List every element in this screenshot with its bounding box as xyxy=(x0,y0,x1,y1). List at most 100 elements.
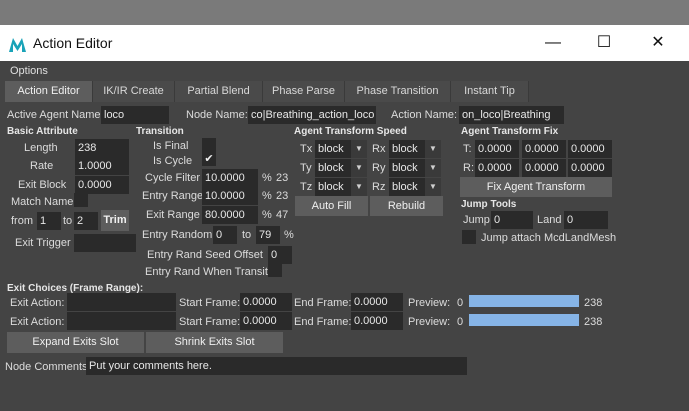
jump-attach-checkbox[interactable] xyxy=(462,230,476,244)
exit-range-label: Exit Range xyxy=(146,209,200,221)
tz-label: Tz xyxy=(300,181,313,193)
entry-range-frames: 23 xyxy=(276,190,289,202)
is-cycle-checkbox[interactable]: ✔ xyxy=(202,152,216,166)
ry-dropdown[interactable]: block ▼ xyxy=(389,159,441,177)
auto-fill-button[interactable]: Auto Fill xyxy=(295,196,368,216)
menu-options[interactable]: Options xyxy=(10,65,48,77)
entry-range-percent: % xyxy=(262,190,272,202)
end-frame-field[interactable]: 0.0000 xyxy=(351,293,403,311)
exit-block-field[interactable]: 0.0000 xyxy=(75,176,129,194)
to-field[interactable]: 2 xyxy=(74,212,98,230)
jump-field[interactable]: 0 xyxy=(491,211,533,229)
maximize-icon[interactable]: ☐ xyxy=(594,33,614,53)
shrink-exits-slot-button[interactable]: Shrink Exits Slot xyxy=(146,332,283,353)
entry-random-label: Entry Random xyxy=(142,229,213,241)
preview-progress-fill xyxy=(469,314,579,326)
from-label: from xyxy=(11,215,33,227)
title-bar: Action Editor — ☐ ✕ xyxy=(0,25,689,61)
tab-action-editor[interactable]: Action Editor xyxy=(5,81,93,102)
rz-fix-field[interactable]: 0.0000 xyxy=(568,159,612,177)
entry-random-from-field[interactable]: 0 xyxy=(213,226,237,244)
ty-dropdown[interactable]: block ▼ xyxy=(315,159,367,177)
ty-fix-field[interactable]: 0.0000 xyxy=(522,140,566,158)
node-comments-label: Node Comments: xyxy=(5,361,91,373)
tx-value: block xyxy=(318,143,344,155)
rebuild-button[interactable]: Rebuild xyxy=(370,196,443,216)
menu-bar: Options xyxy=(0,61,689,81)
seed-offset-field[interactable]: 0 xyxy=(268,246,292,264)
exit-trigger-field[interactable] xyxy=(74,234,136,252)
ry-fix-field[interactable]: 0.0000 xyxy=(522,159,566,177)
start-frame-label: Start Frame: xyxy=(179,297,241,309)
entry-random-percent: % xyxy=(284,229,294,241)
close-icon[interactable]: ✕ xyxy=(648,33,668,53)
active-agent-label: Active Agent Name: xyxy=(7,109,104,121)
length-field[interactable]: 238 xyxy=(75,139,129,157)
fix-agent-transform-button[interactable]: Fix Agent Transform xyxy=(460,177,612,197)
tab-phase-parse[interactable]: Phase Parse xyxy=(263,81,345,102)
match-name-label: Match Name xyxy=(11,196,74,208)
chevron-down-icon: ▼ xyxy=(351,140,367,158)
tx-fix-field[interactable]: 0.0000 xyxy=(475,140,519,158)
agent-speed-header: Agent Transform Speed xyxy=(294,126,407,137)
tab-ik-ir-create[interactable]: IK/IR Create xyxy=(93,81,175,102)
preview-progress-fill xyxy=(469,295,579,307)
expand-exits-slot-button[interactable]: Expand Exits Slot xyxy=(7,332,144,353)
trim-button[interactable]: Trim xyxy=(101,210,129,231)
end-frame-field[interactable]: 0.0000 xyxy=(351,312,403,330)
jump-label: Jump xyxy=(463,214,490,226)
when-transit-checkbox[interactable] xyxy=(268,263,282,277)
exit-range-percent: % xyxy=(262,209,272,221)
match-name-checkbox[interactable] xyxy=(74,193,88,207)
chevron-down-icon: ▼ xyxy=(425,159,441,177)
entry-range-field[interactable]: 10.0000 xyxy=(202,187,258,205)
cycle-filter-percent: % xyxy=(262,172,272,184)
rx-label: Rx xyxy=(372,143,386,155)
exit-range-field[interactable]: 80.0000 xyxy=(202,206,258,224)
cycle-filter-frames: 23 xyxy=(276,172,289,184)
preview-progress-bar[interactable] xyxy=(469,295,579,307)
start-frame-field[interactable]: 0.0000 xyxy=(240,293,292,311)
tx-label: Tx xyxy=(300,143,313,155)
length-label: Length xyxy=(24,142,58,154)
from-field[interactable]: 1 xyxy=(37,212,61,230)
cycle-filter-field[interactable]: 10.0000 xyxy=(202,169,258,187)
chevron-down-icon: ▼ xyxy=(351,178,367,196)
cycle-filter-label: Cycle Filter xyxy=(145,172,201,184)
transition-header: Transition xyxy=(136,126,184,137)
tab-phase-transition[interactable]: Phase Transition xyxy=(345,81,451,102)
minimize-icon[interactable]: — xyxy=(543,33,563,53)
is-cycle-label: Is Cycle xyxy=(153,155,193,167)
start-frame-label: Start Frame: xyxy=(179,316,241,328)
ry-label: Ry xyxy=(372,162,386,174)
node-name-field[interactable]: co|Breathing_action_loco xyxy=(248,106,376,124)
land-field[interactable]: 0 xyxy=(564,211,608,229)
rx-dropdown[interactable]: block ▼ xyxy=(389,140,441,158)
land-label: Land xyxy=(537,214,562,226)
preview-label: Preview: xyxy=(408,297,451,309)
exit-action-field[interactable] xyxy=(67,293,176,311)
preview-progress-bar[interactable] xyxy=(469,314,579,326)
rx-fix-field[interactable]: 0.0000 xyxy=(475,159,519,177)
tab-instant-tip[interactable]: Instant Tip xyxy=(451,81,529,102)
active-agent-field[interactable]: loco xyxy=(101,106,169,124)
rz-dropdown[interactable]: block ▼ xyxy=(389,178,441,196)
exit-action-field[interactable] xyxy=(67,312,176,330)
entry-random-to-field[interactable]: 79 xyxy=(256,226,280,244)
jump-tools-header: Jump Tools xyxy=(461,199,517,210)
tab-partial-blend[interactable]: Partial Blend xyxy=(175,81,263,102)
rate-field[interactable]: 1.0000 xyxy=(75,157,129,175)
start-frame-field[interactable]: 0.0000 xyxy=(240,312,292,330)
entry-random-to-label: to xyxy=(242,229,252,241)
exit-action-label: Exit Action: xyxy=(10,297,65,309)
is-final-checkbox[interactable] xyxy=(202,138,216,152)
t-label: T: xyxy=(463,143,472,155)
r-label: R: xyxy=(463,162,474,174)
preview-label: Preview: xyxy=(408,316,451,328)
action-name-field[interactable]: on_loco|Breathing xyxy=(459,106,564,124)
tz-fix-field[interactable]: 0.0000 xyxy=(568,140,612,158)
tx-dropdown[interactable]: block ▼ xyxy=(315,140,367,158)
tz-dropdown[interactable]: block ▼ xyxy=(315,178,367,196)
preview-max: 238 xyxy=(584,297,603,309)
node-comments-field[interactable]: Put your comments here. xyxy=(86,357,467,375)
